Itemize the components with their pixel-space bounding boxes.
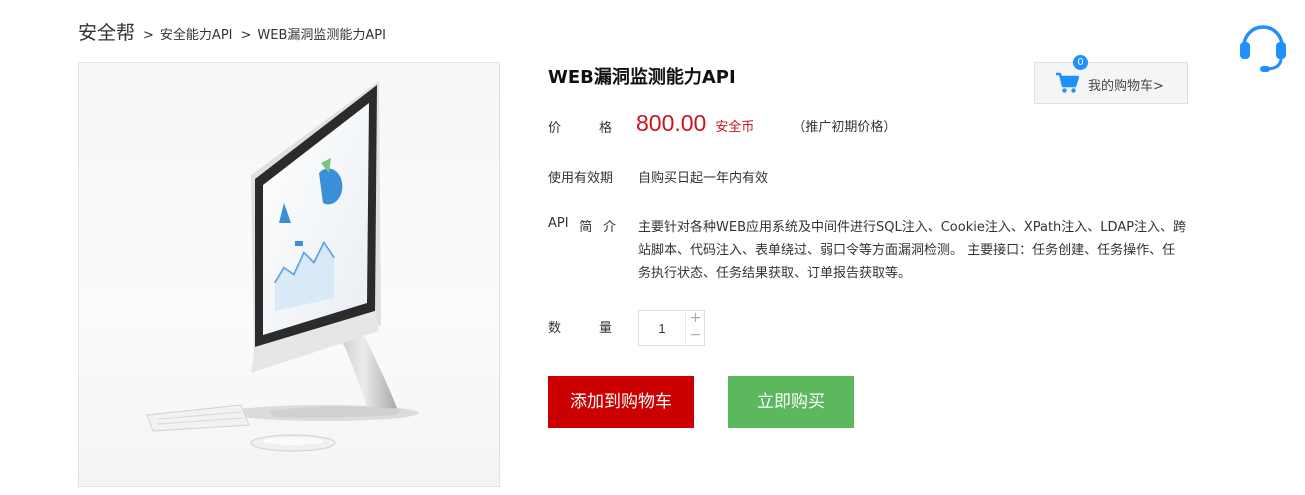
breadcrumb: 安全帮 > 安全能力API > WEB漏洞监测能力API (78, 18, 386, 45)
breadcrumb-home-link[interactable]: 安全帮 (78, 18, 135, 45)
quantity-stepper: + − (638, 310, 705, 346)
quantity-label-char: 量 (598, 321, 612, 336)
breadcrumb-item-current: WEB漏洞监测能力API (257, 28, 386, 43)
quantity-label-char: 数 (548, 321, 562, 336)
breadcrumb-item-api[interactable]: 安全能力API (160, 24, 233, 43)
product-title: WEB漏洞监测能力API (548, 67, 736, 88)
my-cart-label: 我的购物车> (1088, 79, 1164, 94)
price-label: 价 格 (548, 117, 612, 136)
price-group: 800.00 安全币 （推广初期价格） (636, 110, 896, 137)
price-value: 800.00 (636, 110, 707, 136)
validity-label: 使用有效期 (548, 171, 614, 186)
breadcrumb-separator: > (240, 28, 252, 43)
price-label-char: 格 (598, 121, 612, 136)
product-image (78, 62, 500, 487)
my-cart-button[interactable]: 0 我的购物车> (1034, 55, 1188, 104)
quantity-decrease-button[interactable]: − (686, 328, 705, 345)
validity-value: 自购买日起一年内有效 (638, 171, 769, 186)
price-label-char: 价 (548, 121, 562, 136)
api-intro-label: API 简 介 (548, 216, 616, 235)
api-intro-label-char: 介 (602, 220, 616, 235)
headset-icon[interactable] (1238, 20, 1288, 74)
buy-now-button[interactable]: 立即购买 (728, 376, 854, 428)
price-currency: 安全币 (715, 120, 755, 135)
cart-count-badge: 0 (1073, 55, 1088, 70)
promo-note: （推广初期价格） (792, 120, 897, 135)
breadcrumb-separator: > (143, 28, 154, 43)
quantity-label: 数 量 (548, 317, 612, 336)
quantity-input[interactable] (639, 311, 685, 345)
add-to-cart-button[interactable]: 添加到购物车 (548, 376, 694, 428)
shopping-cart-icon (1055, 72, 1080, 94)
api-intro-label-char: API (548, 216, 569, 231)
quantity-increase-button[interactable]: + (686, 311, 705, 328)
api-intro-label-char: 简 (579, 220, 593, 235)
api-description: 主要针对各种WEB应用系统及中间件进行SQL注入、Cookie注入、XPath注… (638, 220, 1187, 281)
